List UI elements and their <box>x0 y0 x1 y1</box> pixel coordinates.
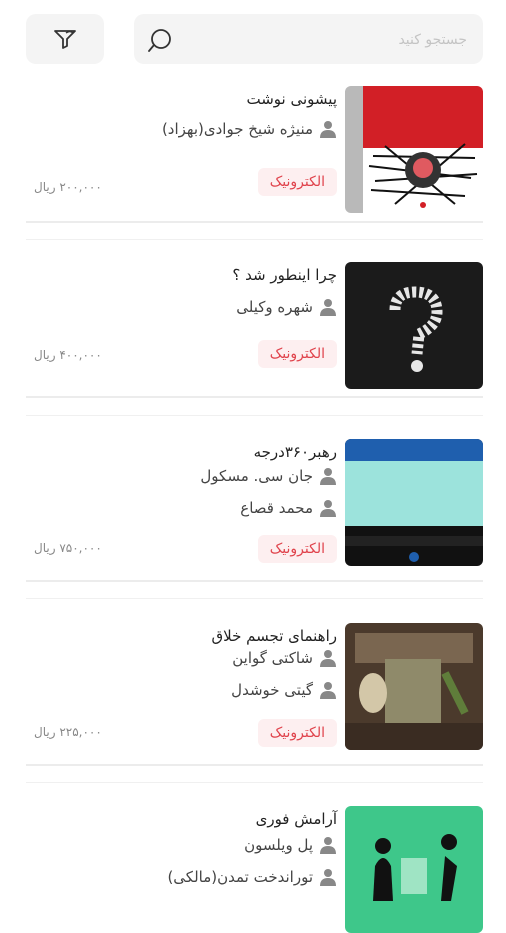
book-cover-art <box>345 86 483 213</box>
author-name: توراندخت تمدن(مالکی) <box>167 868 313 886</box>
book-cover-art <box>345 623 483 750</box>
book-price: ۴۰۰,۰۰۰ ریال <box>34 348 102 362</box>
book-author: شهره وکیلی <box>236 298 337 316</box>
book-author: پل ویلسون <box>244 836 337 854</box>
book-cover[interactable] <box>345 623 483 750</box>
person-icon <box>320 500 336 517</box>
book-title[interactable]: راهنمای تجسم خلاق <box>212 627 337 645</box>
book-price: ۲۲۵,۰۰۰ ریال <box>34 725 102 739</box>
author-name: پل ویلسون <box>244 836 313 854</box>
format-badge: الکترونیک <box>257 535 337 563</box>
book-card[interactable]: راهنمای تجسم خلاق شاکتی گواین گیتی خوشدل… <box>26 623 483 758</box>
person-icon <box>320 869 336 886</box>
search-icon[interactable] <box>146 26 174 54</box>
person-icon <box>320 650 336 667</box>
format-badge: الکترونیک <box>257 168 337 196</box>
book-author: شاکتی گواین <box>232 649 337 667</box>
person-icon <box>320 468 336 485</box>
book-title[interactable]: چرا اینطور شد ؟ <box>232 266 337 284</box>
divider <box>26 580 483 582</box>
search-input[interactable] <box>205 24 469 56</box>
book-translator: گیتی خوشدل <box>231 681 337 699</box>
book-title[interactable]: رهبر۳۶۰درجه <box>254 443 337 461</box>
author-name: منیژه شیخ جوادی(بهزاد) <box>161 120 313 138</box>
search-bar[interactable] <box>134 14 483 64</box>
book-cover-art <box>345 262 483 389</box>
person-icon <box>320 299 336 316</box>
author-name: گیتی خوشدل <box>231 681 313 699</box>
divider <box>26 221 483 223</box>
divider <box>26 396 483 398</box>
filter-button[interactable] <box>26 14 104 64</box>
book-cover-art <box>345 439 483 566</box>
person-icon <box>320 682 336 699</box>
book-cover-art <box>345 806 483 933</box>
book-cover[interactable] <box>345 439 483 566</box>
book-card[interactable]: آرامش فوری پل ویلسون توراندخت تمدن(مالکی… <box>26 806 483 933</box>
person-icon <box>320 121 336 138</box>
book-translator: توراندخت تمدن(مالکی) <box>167 868 337 886</box>
top-bar <box>0 0 506 78</box>
divider <box>26 764 483 766</box>
format-badge: الکترونیک <box>257 340 337 368</box>
person-icon <box>320 837 336 854</box>
author-name: شاکتی گواین <box>232 649 313 667</box>
book-card[interactable]: پیشونی نوشت منیژه شیخ جوادی(بهزاد) الکتر… <box>26 86 483 221</box>
book-price: ۷۵۰,۰۰۰ ریال <box>34 541 102 555</box>
book-title[interactable]: آرامش فوری <box>256 810 337 828</box>
format-badge: الکترونیک <box>257 719 337 747</box>
author-name: شهره وکیلی <box>236 298 313 316</box>
book-translator: محمد قصاع <box>240 499 337 517</box>
book-author: منیژه شیخ جوادی(بهزاد) <box>162 120 337 138</box>
book-cover[interactable] <box>345 262 483 389</box>
book-title[interactable]: پیشونی نوشت <box>247 90 338 108</box>
divider <box>26 239 483 240</box>
author-name: محمد قصاع <box>240 499 313 517</box>
divider <box>26 782 483 783</box>
filter-icon <box>54 30 76 49</box>
book-author: جان سی. مسکول <box>200 467 337 485</box>
book-card[interactable]: رهبر۳۶۰درجه جان سی. مسکول محمد قصاع الکت… <box>26 439 483 574</box>
book-cover[interactable] <box>345 86 483 213</box>
author-name: جان سی. مسکول <box>200 467 313 485</box>
divider <box>26 415 483 416</box>
book-cover[interactable] <box>345 806 483 933</box>
book-price: ۲۰۰,۰۰۰ ریال <box>34 180 102 194</box>
divider <box>26 598 483 599</box>
book-card[interactable]: چرا اینطور شد ؟ شهره وکیلی الکترونیک ۴۰۰… <box>26 262 483 397</box>
